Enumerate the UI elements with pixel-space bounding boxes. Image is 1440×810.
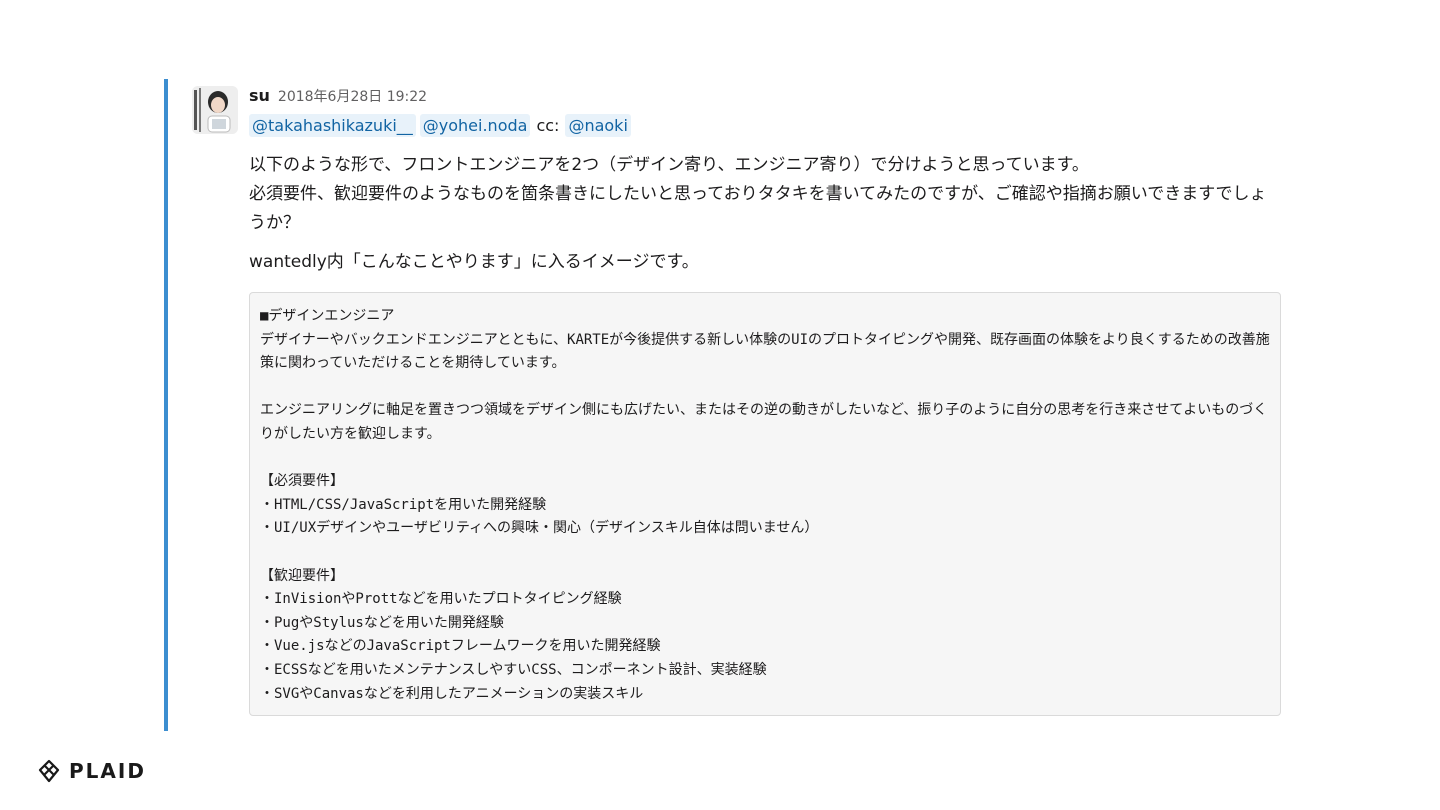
code-line: ・HTML/CSS/JavaScriptを用いた開発経験 [260,496,547,513]
code-line: ・PugやStylusなどを用いた開発経験 [260,614,504,631]
code-line: 【歓迎要件】 [260,567,344,584]
message-body: 以下のような形で、フロントエンジニアを2つ（デザイン寄り、エンジニア寄り）で分け… [249,151,1283,277]
timestamp[interactable]: 2018年6月28日 19:22 [278,86,427,106]
mention-naoki[interactable]: @naoki [565,113,631,137]
code-line: ■デザインエンジニア [260,308,395,324]
code-line: ・InVisionやProttなどを用いたプロトタイピング経験 [260,591,622,608]
plaid-logo-icon [38,759,60,783]
avatar[interactable] [192,86,238,134]
message-paragraph: 以下のような形で、フロントエンジニアを2つ（デザイン寄り、エンジニア寄り）で分け… [249,155,1089,175]
code-block: ■デザインエンジニア デザイナーやバックエンドエンジニアとともに、KARTEが今… [249,292,1281,716]
logo-text: PLAID [69,759,146,783]
message-header: su 2018年6月28日 19:22 [249,86,427,108]
code-line: ・Vue.jsなどのJavaScriptフレームワークを用いた開発経験 [260,638,661,655]
code-line: ・UI/UXデザインやユーザビリティへの興味・関心（デザインスキル自体は問いませ… [260,520,819,537]
cc-label: cc: [536,115,560,135]
mention-yohei-noda[interactable]: @yohei.noda [419,113,531,137]
quote-bar [164,79,168,731]
message-paragraph: wantedly内「こんなことやります」に入るイメージです。 [249,252,699,272]
code-line: ・ECSSなどを用いたメンテナンスしやすいCSS、コンポーネント設計、実装経験 [260,661,767,678]
mentions-line: @takahashikazuki__ @yohei.noda cc: @naok… [249,112,631,138]
author-name[interactable]: su [249,86,270,105]
code-line: 【必須要件】 [260,473,344,490]
plaid-logo: PLAID [37,758,146,784]
avatar-image [192,86,238,134]
code-line: ・SVGやCanvasなどを利用したアニメーションの実装スキル [260,685,644,702]
message-paragraph: 必須要件、歓迎要件のようなものを箇条書きにしたいと思っておりタタキを書いてみたの… [249,184,1267,233]
mention-takahashikazuki[interactable]: @takahashikazuki__ [249,113,416,137]
code-line: デザイナーやバックエンドエンジニアとともに、KARTEが今後提供する新しい体験の… [260,331,1270,372]
code-line: エンジニアリングに軸足を置きつつ領域をデザイン側にも広げたい、またはその逆の動き… [260,402,1268,442]
